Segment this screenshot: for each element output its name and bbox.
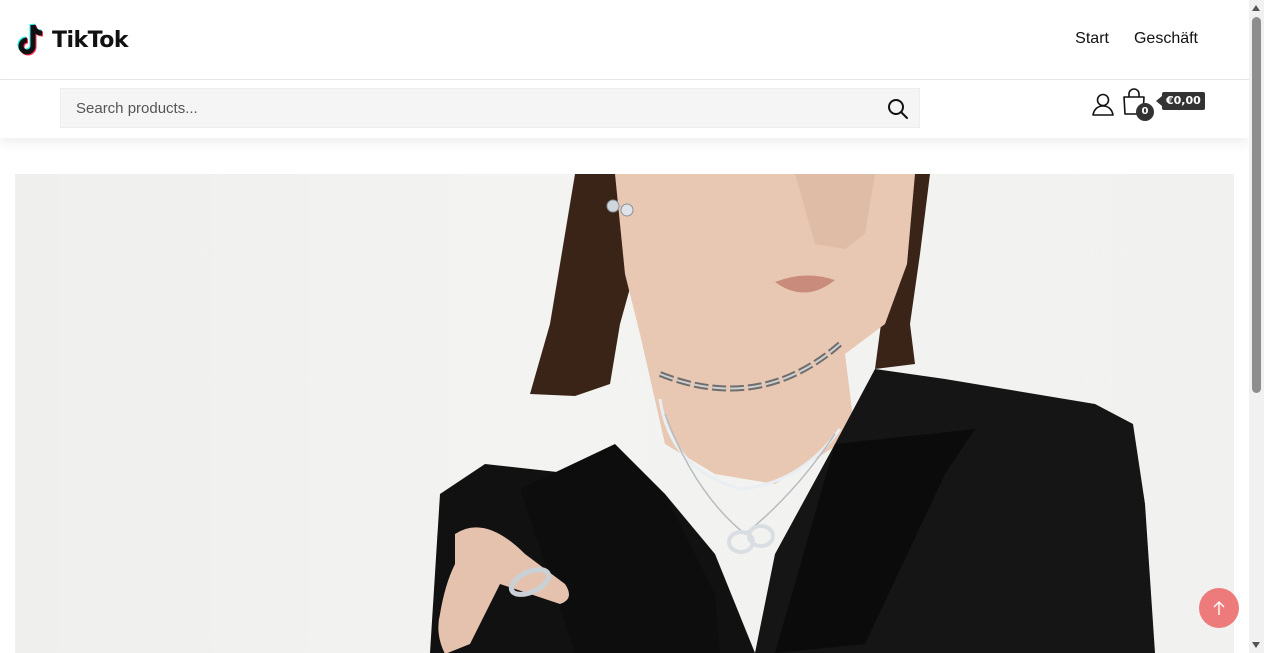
arrow-up-icon xyxy=(1213,601,1225,615)
scroll-to-top-button[interactable] xyxy=(1199,588,1239,628)
search-icon[interactable] xyxy=(887,98,909,120)
nav-item-start[interactable]: Start xyxy=(1075,30,1109,48)
site-header: TikTok Start Geschäft xyxy=(0,0,1249,80)
main-nav: Start Geschäft xyxy=(1075,30,1198,48)
hero-image xyxy=(15,174,1234,653)
scroll-down-arrow-icon[interactable] xyxy=(1252,642,1260,648)
logo-text: TikTok xyxy=(52,27,129,53)
scrollbar-thumb[interactable] xyxy=(1252,17,1261,393)
cart-count-badge: 0 xyxy=(1136,103,1154,121)
product-search xyxy=(60,88,920,128)
cart-total[interactable]: €0,00 xyxy=(1156,92,1205,110)
search-bar-row xyxy=(0,80,1249,138)
search-input[interactable] xyxy=(61,89,901,127)
user-icon[interactable] xyxy=(1091,92,1115,116)
hero-photo xyxy=(430,174,1155,653)
scroll-up-arrow-icon[interactable] xyxy=(1252,5,1260,11)
nav-item-shop[interactable]: Geschäft xyxy=(1134,30,1198,48)
tiktok-note-icon xyxy=(17,23,44,56)
page-scrollbar[interactable] xyxy=(1249,0,1264,653)
site-logo[interactable]: TikTok xyxy=(16,22,129,58)
